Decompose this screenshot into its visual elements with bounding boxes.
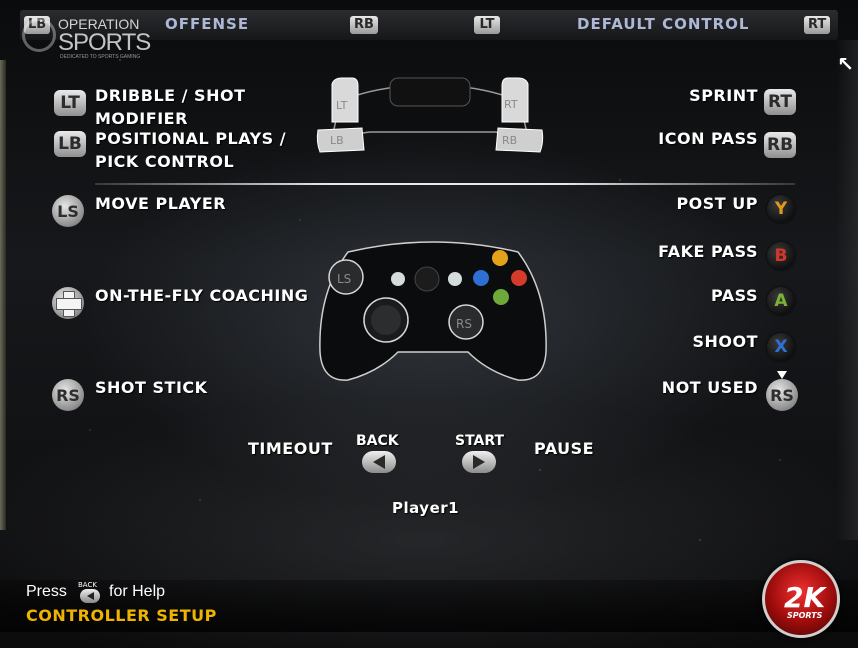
pause-label: PAUSE <box>534 439 595 458</box>
x-label: SHOOT <box>692 332 758 351</box>
rt-button-icon: RT <box>764 89 796 115</box>
rt-label: SPRINT <box>689 86 758 105</box>
dpad-label: ON-THE-FLY COACHING <box>95 286 309 305</box>
operation-sports-logo: OPERATION SPORTS DEDICATED TO SPORTS GAM… <box>58 13 151 60</box>
dpad-icon <box>52 287 84 319</box>
page-title: OFFENSE <box>165 15 250 33</box>
back-label: BACK <box>356 433 399 449</box>
diagram-rb-text: RB <box>502 134 517 147</box>
back-arrow-icon <box>373 455 385 469</box>
lb-button-icon: LB <box>54 131 86 157</box>
diagram-a-button <box>493 289 509 305</box>
rs-label: SHOT STICK <box>95 378 208 397</box>
start-button[interactable] <box>462 451 496 473</box>
lt-button-icon: LT <box>54 90 86 116</box>
lb-label-line2: PICK CONTROL <box>95 152 235 171</box>
b-label: FAKE PASS <box>658 242 758 261</box>
logo-line2: SPORTS <box>58 29 151 56</box>
rt-button-tag[interactable]: RT <box>804 16 831 34</box>
x-button-icon: X <box>767 333 795 361</box>
lt-label-line1: DRIBBLE / SHOT <box>95 86 246 105</box>
help-back-mini-label: BACK <box>78 581 97 589</box>
help-for-help-text: for Help <box>109 583 166 600</box>
logo-circle-icon <box>22 18 56 52</box>
rs-press-label: NOT USED <box>661 378 758 397</box>
ls-label: MOVE PLAYER <box>95 194 227 213</box>
logo-tagline: DEDICATED TO SPORTS GAMING <box>60 54 141 60</box>
control-scheme-label: DEFAULT CONTROL <box>577 15 750 33</box>
y-button-icon: Y <box>767 195 795 223</box>
rb-button-icon: RB <box>764 132 797 158</box>
a-button-icon: A <box>767 287 795 315</box>
right-edge-panel: ↖ <box>836 40 858 540</box>
rb-label: ICON PASS <box>658 129 758 148</box>
section-divider <box>95 183 795 185</box>
player-name: Player1 <box>392 499 460 517</box>
diagram-lb-text: LB <box>330 134 344 147</box>
help-press-text: Press <box>26 583 67 600</box>
controller-diagram: LS RS <box>319 241 547 381</box>
diagram-rt-text: RT <box>504 98 518 111</box>
press-down-arrow-icon <box>777 371 787 379</box>
cursor-icon: ↖ <box>837 52 854 76</box>
start-label: START <box>455 433 505 449</box>
help-back-button-icon: BACK <box>78 581 102 605</box>
diagram-ls-text: LS <box>337 272 351 286</box>
diagram-lt-text: LT <box>336 99 348 112</box>
lb-label-line1: POSITIONAL PLAYS / <box>95 129 287 148</box>
ls-button-icon: LS <box>52 195 84 227</box>
diagram-x-button <box>473 270 489 286</box>
diagram-b-button <box>511 270 527 286</box>
lt-tab-tag[interactable]: LT <box>474 16 500 34</box>
left-edge-panel <box>0 60 6 530</box>
a-label: PASS <box>711 286 758 305</box>
2k-sports-logo: 2K SPORTS <box>762 560 840 638</box>
rb-tab-tag[interactable]: RB <box>350 16 378 34</box>
back-button[interactable] <box>362 451 396 473</box>
start-arrow-icon <box>473 455 485 469</box>
rs-button-icon: RS <box>52 379 84 411</box>
2k-logo-small: SPORTS <box>787 611 823 620</box>
section-title: CONTROLLER SETUP <box>26 606 217 625</box>
2k-logo-big: 2K <box>784 581 826 614</box>
y-label: POST UP <box>676 194 758 213</box>
lt-label-line2: MODIFIER <box>95 109 188 128</box>
shoulder-buttons-diagram: LT RT LB RB <box>316 77 544 153</box>
timeout-label: TIMEOUT <box>248 439 333 458</box>
diagram-rs-text: RS <box>456 317 472 331</box>
rs-press-button-icon: RS <box>766 379 798 411</box>
diagram-y-button <box>492 250 508 266</box>
b-button-icon: B <box>767 242 795 270</box>
